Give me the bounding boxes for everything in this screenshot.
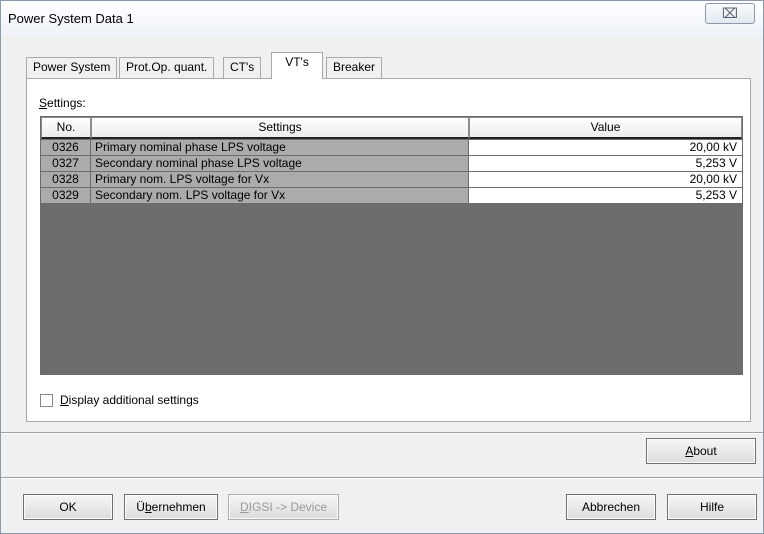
- column-header-settings[interactable]: Settings: [91, 117, 469, 139]
- tab-vts[interactable]: VT's: [271, 52, 323, 79]
- row-number: 0328: [41, 172, 91, 188]
- separator-bottom: [1, 477, 763, 479]
- row-setting-name: Secondary nom. LPS voltage for Vx: [91, 188, 469, 204]
- window-title: Power System Data 1: [8, 11, 134, 26]
- close-button[interactable]: ⌧: [705, 3, 755, 24]
- row-value[interactable]: 20,00 kV: [469, 172, 742, 188]
- row-number: 0326: [41, 140, 91, 156]
- settings-label: Settings:: [39, 96, 86, 110]
- tab-prot-op-quant[interactable]: Prot.Op. quant.: [119, 57, 215, 78]
- row-number: 0329: [41, 188, 91, 204]
- column-header-value[interactable]: Value: [469, 117, 742, 139]
- digsi-device-button[interactable]: DIGSI -> Device: [228, 494, 339, 520]
- tab-cts[interactable]: CT's: [223, 57, 262, 78]
- row-setting-name: Secondary nominal phase LPS voltage: [91, 156, 469, 172]
- row-setting-name: Primary nominal phase LPS voltage: [91, 140, 469, 156]
- help-button[interactable]: Hilfe: [667, 494, 757, 520]
- row-number: 0327: [41, 156, 91, 172]
- tab-breaker[interactable]: Breaker: [326, 57, 383, 78]
- settings-grid[interactable]: No. Settings Value 0326 Primary nominal …: [40, 116, 743, 375]
- table-row[interactable]: 0328 Primary nom. LPS voltage for Vx 20,…: [41, 172, 742, 188]
- grid-header: No. Settings Value: [41, 117, 742, 139]
- vts-tab-panel: Settings: No. Settings Value 0326 Primar…: [26, 78, 751, 422]
- row-value[interactable]: 20,00 kV: [469, 140, 742, 156]
- apply-button[interactable]: Übernehmen: [124, 494, 218, 520]
- about-button[interactable]: About: [646, 438, 756, 464]
- power-system-data-dialog: Power System Data 1 ⌧ Power System Prot.…: [0, 0, 764, 534]
- display-additional-label[interactable]: Display additional settings: [60, 393, 199, 407]
- separator-top: [1, 432, 763, 434]
- display-additional-checkbox[interactable]: [40, 394, 53, 407]
- row-value[interactable]: 5,253 V: [469, 156, 742, 172]
- table-row[interactable]: 0326 Primary nominal phase LPS voltage 2…: [41, 140, 742, 156]
- row-setting-name: Primary nom. LPS voltage for Vx: [91, 172, 469, 188]
- close-icon: ⌧: [721, 5, 739, 21]
- table-row[interactable]: 0329 Secondary nom. LPS voltage for Vx 5…: [41, 188, 742, 204]
- cancel-button[interactable]: Abbrechen: [566, 494, 656, 520]
- row-value[interactable]: 5,253 V: [469, 188, 742, 204]
- title-bar: Power System Data 1 ⌧: [1, 1, 763, 35]
- column-header-no[interactable]: No.: [41, 117, 91, 139]
- tab-power-system[interactable]: Power System: [26, 57, 118, 78]
- ok-button[interactable]: OK: [23, 494, 113, 520]
- table-row[interactable]: 0327 Secondary nominal phase LPS voltage…: [41, 156, 742, 172]
